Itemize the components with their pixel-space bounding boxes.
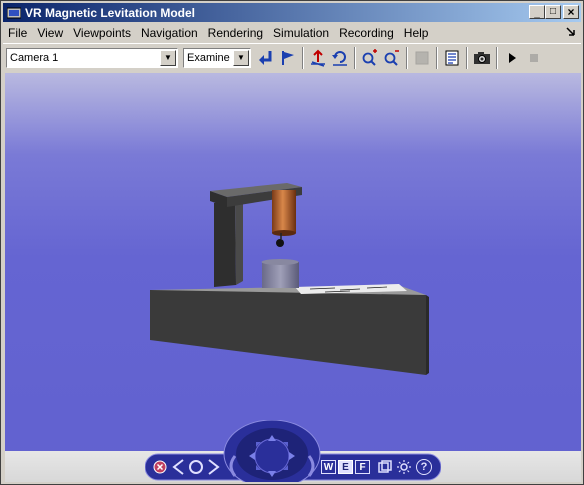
headlight-icon <box>397 460 411 474</box>
viewpoint-select[interactable]: Camera 1 ▼ <box>6 47 178 68</box>
menu-file[interactable]: File <box>3 26 32 40</box>
close-icon: × <box>567 5 575 19</box>
menu-viewpoints[interactable]: Viewpoints <box>68 26 136 40</box>
maximize-button[interactable]: □ <box>545 5 561 19</box>
fly-mode-button[interactable]: F <box>355 460 370 474</box>
straighten-up-button[interactable] <box>307 47 329 69</box>
headlight-toggle-icon <box>415 51 429 64</box>
maximize-icon: □ <box>549 6 557 17</box>
viewpoint-select-value: Camera 1 <box>10 51 59 64</box>
home-viewpoint-button[interactable] <box>187 458 205 476</box>
restore-arrow-icon[interactable] <box>565 25 577 40</box>
close-panel-icon <box>153 460 167 474</box>
left-rotate-handle[interactable] <box>225 454 237 478</box>
help-button[interactable]: ? <box>416 459 432 475</box>
previous-viewpoint-icon <box>172 459 184 475</box>
menu-bar: File View Viewpoints Navigation Renderin… <box>3 23 581 42</box>
toolbar-separator <box>436 46 438 69</box>
menu-simulation[interactable]: Simulation <box>268 26 334 40</box>
chevron-down-icon[interactable]: ▼ <box>160 49 176 66</box>
minimize-icon: _ <box>534 7 540 19</box>
electromagnet-coil <box>272 190 296 233</box>
sensor-cylinder-top <box>261 259 299 265</box>
block-diagram-button[interactable] <box>441 47 463 69</box>
toolbar: Camera 1 ▼ Examine ▼ <box>3 43 581 71</box>
capture-frame-button[interactable] <box>471 47 493 69</box>
start-simulation-icon <box>509 52 516 63</box>
levitated-ball <box>276 239 284 247</box>
menu-recording[interactable]: Recording <box>334 26 399 40</box>
navigation-mode-select[interactable]: Examine ▼ <box>183 47 251 68</box>
walk-mode-label: W <box>323 461 334 473</box>
minimize-button[interactable]: _ <box>529 5 545 19</box>
title-bar[interactable]: VR Magnetic Levitation Model _ □ × <box>3 3 581 22</box>
capture-frame-icon <box>474 51 490 64</box>
headlight-button[interactable] <box>397 460 411 474</box>
compass-arrows-icon <box>249 435 295 477</box>
hide-panel-button[interactable] <box>153 460 167 474</box>
return-to-viewpoint-icon <box>259 50 272 65</box>
rotate-left-icon <box>229 455 237 477</box>
examine-mode-button[interactable]: E <box>338 460 353 474</box>
create-viewpoint-flag-icon <box>282 50 294 65</box>
stop-simulation-icon <box>530 53 538 62</box>
zoom-out-button[interactable] <box>381 47 403 69</box>
create-viewpoint-button[interactable] <box>277 47 299 69</box>
headlight-toggle-button[interactable] <box>411 47 433 69</box>
straighten-up-icon <box>311 49 325 67</box>
viewpoint-list-icon <box>378 460 392 473</box>
close-window-button[interactable]: × <box>563 5 579 19</box>
help-icon: ? <box>420 461 428 473</box>
stop-simulation-button[interactable] <box>523 47 545 69</box>
rotate-right-icon <box>307 455 315 477</box>
base-block-right <box>426 295 429 375</box>
zoom-in-button[interactable] <box>359 47 381 69</box>
app-window: VR Magnetic Levitation Model _ □ × File … <box>0 0 584 485</box>
menu-navigation[interactable]: Navigation <box>136 26 203 40</box>
menu-view[interactable]: View <box>32 26 68 40</box>
coil-bottom <box>272 230 296 236</box>
undo-move-icon <box>332 50 347 66</box>
toolbar-separator <box>302 46 304 69</box>
examine-mode-label: E <box>342 461 349 473</box>
window-title: VR Magnetic Levitation Model <box>25 5 196 20</box>
vr-app-icon[interactable] <box>6 6 22 20</box>
menu-help[interactable]: Help <box>399 26 434 40</box>
previous-viewpoint-button[interactable] <box>171 458 187 476</box>
zoom-out-icon <box>384 49 399 66</box>
walk-mode-button[interactable]: W <box>321 460 336 474</box>
home-viewpoint-icon <box>189 460 203 474</box>
vr-viewport[interactable]: W E F ? <box>5 73 581 482</box>
undo-move-button[interactable] <box>329 47 351 69</box>
menu-rendering[interactable]: Rendering <box>203 26 268 40</box>
base-block-front <box>150 290 426 375</box>
block-diagram-icon <box>445 50 459 65</box>
right-rotate-handle[interactable] <box>307 454 319 478</box>
toolbar-separator <box>406 46 408 69</box>
sensor-cylinder <box>262 262 299 288</box>
chevron-down-icon[interactable]: ▼ <box>233 49 249 66</box>
start-simulation-button[interactable] <box>501 47 523 69</box>
next-viewpoint-button[interactable] <box>205 458 221 476</box>
toolbar-separator <box>354 46 356 69</box>
navigation-mode-value: Examine <box>187 51 230 64</box>
navigation-compass[interactable] <box>238 430 306 478</box>
toolbar-separator <box>466 46 468 69</box>
return-to-viewpoint-button[interactable] <box>255 47 277 69</box>
fly-mode-label: F <box>359 461 366 473</box>
pillar-side <box>235 197 243 285</box>
toolbar-separator <box>496 46 498 69</box>
zoom-in-icon <box>362 48 377 66</box>
next-viewpoint-icon <box>208 459 220 475</box>
pillar-front <box>214 201 236 287</box>
viewpoint-list-button[interactable] <box>378 460 392 474</box>
